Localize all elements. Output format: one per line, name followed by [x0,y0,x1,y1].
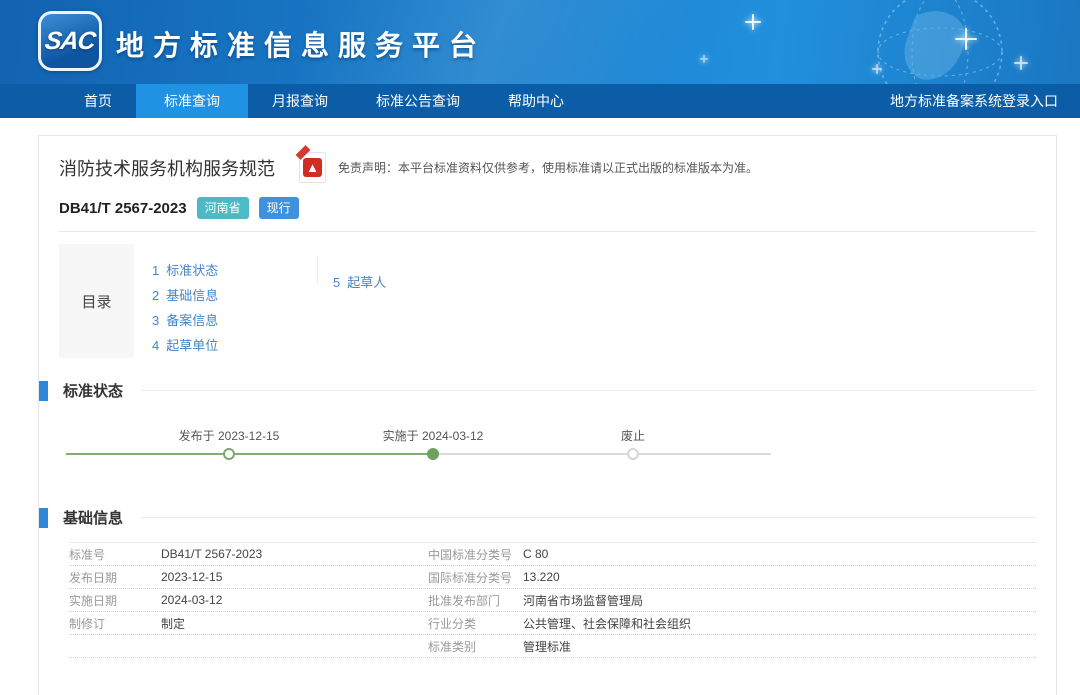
badge-group: 河南省现行 [187,197,299,219]
catalog-column-2: 5起草人 [317,256,386,284]
timeline-line-completed [66,453,433,455]
site-title: 地方标准信息服务平台 [116,24,486,64]
sac-logo-text: SAC [43,27,97,56]
info-label: 国际标准分类号 [428,569,523,586]
catalog-column-1: 1 标准状态 2 基础信息 3 备案信息 4 起草单位 [152,244,317,358]
horizontal-divider [59,231,1036,232]
status-badge: 现行 [259,197,299,219]
main-nav: 首页标准查询月报查询标准公告查询帮助中心 地方标准备案系统登录入口 [0,84,1080,118]
info-value: 河南省市场监督管理局 [523,592,1036,609]
star-decoration [1014,56,1028,70]
timeline-node-done [223,448,235,460]
info-label: 批准发布部门 [428,592,523,609]
basic-info-section-heading: 基础信息 [39,507,1056,528]
star-decoration [872,64,882,74]
catalog-link[interactable]: 3 备案信息 [152,308,317,333]
catalog-link[interactable]: 5 起草人 [333,270,386,295]
pdf-file-icon[interactable]: ▲ [299,152,326,183]
basic-info-table: 标准号DB41/T 2567-2023中国标准分类号C 80发布日期2023-1… [69,542,1036,658]
info-value: 管理标准 [523,638,1036,655]
info-value: 制定 [161,615,428,632]
catalog-link-number: 2 [152,288,159,303]
catalog-link[interactable]: 2 基础信息 [152,283,317,308]
catalog-link-label: 起草人 [347,275,386,290]
catalog-link-number: 5 [333,275,340,290]
catalog-link-label: 备案信息 [166,313,218,328]
catalog-link-number: 3 [152,313,159,328]
info-value: 2024-03-12 [161,593,428,607]
info-value: 2023-12-15 [161,570,428,584]
timeline-node-current [427,448,439,460]
info-label: 实施日期 [69,592,161,609]
catalog-section: 目录 1标准状态2基础信息3备案信息4起草单位 5起草人 [59,244,1036,358]
disclaimer-text: 免责声明：本平台标准资料仅供参考，使用标准请以正式出版的标准版本为准。 [338,159,758,176]
table-row: 发布日期2023-12-15国际标准分类号13.220 [69,566,1036,589]
info-value: 13.220 [523,570,1036,584]
catalog-link-label: 基础信息 [166,288,218,303]
catalog-link[interactable]: 4 起草单位 [152,333,317,358]
info-value: DB41/T 2567-2023 [161,547,428,561]
timeline-line-remaining [433,453,771,455]
star-decoration [745,14,761,30]
status-badge: 河南省 [197,197,249,219]
section-heading-line [141,517,1036,518]
standard-title-row: 消防技术服务机构服务规范 ▲ 免责声明：本平台标准资料仅供参考，使用标准请以正式… [59,152,1036,183]
catalog-title-box: 目录 [59,244,134,358]
nav-item-link[interactable]: 标准公告查询 [352,84,484,118]
info-label: 标准类别 [428,638,523,655]
standard-code-row: DB41/T 2567-2023 河南省现行 [59,197,1036,219]
status-timeline: 发布于 2023-12-15 实施于 2024-03-12 废止 [39,415,1056,477]
catalog-link[interactable]: 1 标准状态 [152,258,317,283]
table-row: 实施日期2024-03-12批准发布部门河南省市场监督管理局 [69,589,1036,612]
info-label: 标准号 [69,546,161,563]
standard-code: DB41/T 2567-2023 [59,200,187,217]
info-value: 公共管理、社会保障和社会组织 [523,615,1036,632]
section-heading-line [141,390,1036,391]
sac-logo: SAC [38,11,102,71]
star-decoration [955,28,977,50]
catalog-title: 目录 [81,291,111,312]
catalog-link-number: 1 [152,263,159,278]
info-label: 发布日期 [69,569,161,586]
info-label: 中国标准分类号 [428,546,523,563]
timeline-label: 实施于 2024-03-12 [383,427,484,444]
table-row: 标准类别管理标准 [69,635,1036,658]
content-container: 消防技术服务机构服务规范 ▲ 免责声明：本平台标准资料仅供参考，使用标准请以正式… [38,135,1057,695]
section-accent-bar [39,508,48,528]
info-label: 制修订 [69,615,161,632]
table-row: 制修订制定行业分类公共管理、社会保障和社会组织 [69,612,1036,635]
nav-spacer [588,84,890,118]
nav-item-link[interactable]: 首页 [60,84,136,118]
nav-filing-login-link[interactable]: 地方标准备案系统登录入口 [890,84,1080,118]
nav-left-gap [0,84,60,118]
star-decoration [700,55,708,63]
info-value: C 80 [523,547,1036,561]
basic-info-section-title: 基础信息 [63,507,123,528]
info-label: 行业分类 [428,615,523,632]
section-accent-bar [39,381,48,401]
status-section-heading: 标准状态 [39,380,1056,401]
pdf-icon-badge: ▲ [303,158,322,177]
status-section-title: 标准状态 [63,380,123,401]
timeline-label: 发布于 2023-12-15 [179,427,280,444]
catalog-link-number: 4 [152,338,159,353]
standard-title: 消防技术服务机构服务规范 [59,155,275,181]
timeline-label: 废止 [621,427,645,444]
table-row: 标准号DB41/T 2567-2023中国标准分类号C 80 [69,543,1036,566]
header-banner: SAC 地方标准信息服务平台 [0,0,1080,84]
nav-item-active[interactable]: 标准查询 [136,84,248,118]
timeline-node-pending [627,448,639,460]
nav-item-link[interactable]: 月报查询 [248,84,352,118]
catalog-link-label: 起草单位 [166,338,218,353]
catalog-link-label: 标准状态 [166,263,218,278]
nav-items: 首页标准查询月报查询标准公告查询帮助中心 [60,84,588,118]
nav-item-link[interactable]: 帮助中心 [484,84,588,118]
